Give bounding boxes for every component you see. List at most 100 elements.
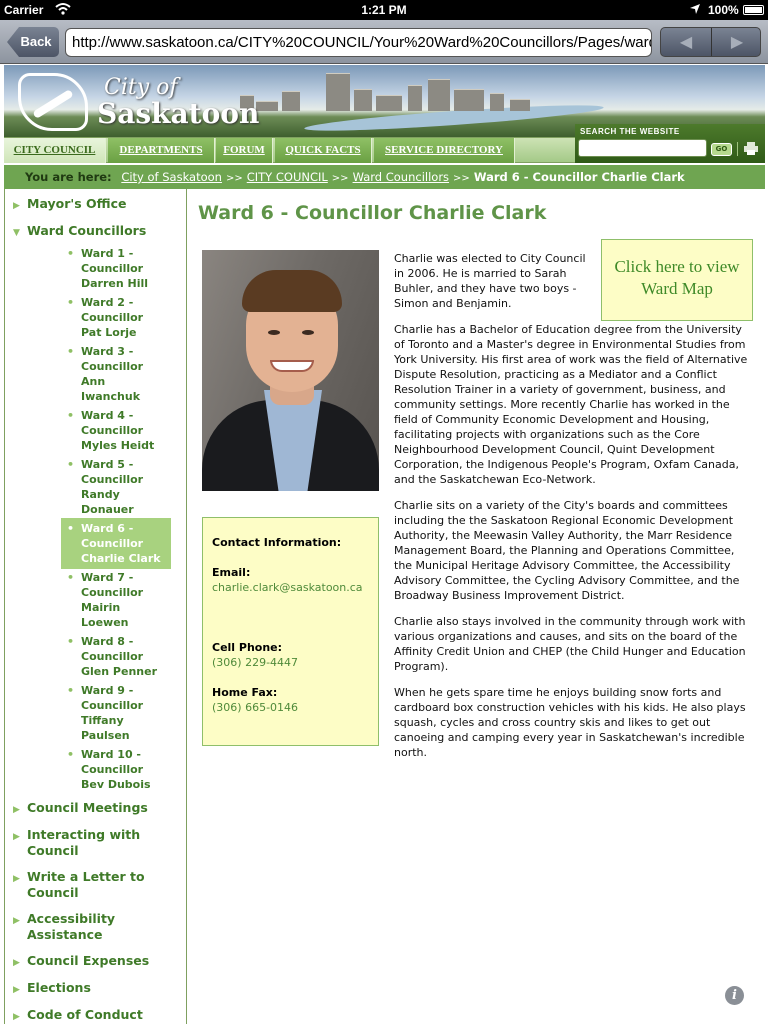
sidebar-subitem-ward-4[interactable]: • Ward 4 - Councillor Myles Heidt	[61, 405, 171, 456]
banner-building	[282, 91, 300, 111]
page-nav-buttons: ◀ ▶	[660, 27, 761, 57]
sidebar-subitem-ward-5[interactable]: • Ward 5 - Councillor Randy Donauer	[61, 454, 171, 520]
sidebar-subitem-ward-7[interactable]: • Ward 7 - Councillor Mairin Loewen	[61, 567, 171, 633]
url-field[interactable]: http://www.saskatoon.ca/CITY%20COUNCIL/Y…	[65, 28, 652, 57]
search-go-button[interactable]: GO	[711, 143, 732, 156]
sidebar-subitem-label: Ward 9 - Councillor Tiffany Paulsen	[81, 684, 144, 742]
sidebar-nav: ▶ Mayor's Office ▼ Ward Councillors • Ward …	[4, 189, 187, 1024]
banner-building	[510, 99, 530, 111]
banner-building	[454, 89, 484, 111]
bullet-icon: •	[67, 635, 75, 648]
banner-building	[490, 93, 504, 111]
sidebar-subitem-ward-3[interactable]: • Ward 3 - Councillor Ann Iwanchuk	[61, 341, 171, 407]
banner-building	[354, 89, 372, 111]
prev-page-icon[interactable]: ◀	[661, 28, 711, 56]
search-input[interactable]	[578, 139, 707, 157]
sidebar-subitem-label: Ward 8 - Councillor Glen Penner	[81, 635, 157, 678]
expand-triangle-icon: ▶	[13, 916, 20, 926]
sidebar-subitem-ward-1[interactable]: • Ward 1 - Councillor Darren Hill	[61, 243, 171, 294]
banner-building	[428, 79, 450, 111]
breadcrumb-link-wards[interactable]: Ward Councillors	[353, 170, 449, 184]
sidebar-subitem-label: Ward 5 - Councillor Randy Donauer	[81, 458, 144, 516]
bullet-icon: •	[67, 522, 75, 535]
menu-departments[interactable]: DEPARTMENTS	[108, 138, 215, 163]
expand-triangle-icon: ▶	[13, 805, 20, 815]
clock: 1:21 PM	[361, 3, 407, 17]
main-content: Ward 6 - Councillor Charlie Clark Contac…	[188, 189, 765, 1024]
sidebar-subitem-ward-10[interactable]: • Ward 10 - Councillor Bev Dubois	[61, 744, 171, 795]
bullet-icon: •	[67, 748, 75, 761]
breadcrumb-lead: You are here:	[25, 170, 112, 184]
photo-hair	[242, 270, 342, 312]
sidebar-item-label: Council Expenses	[27, 953, 150, 968]
menu-service-directory[interactable]: SERVICE DIRECTORY	[374, 138, 515, 163]
contact-panel: Contact Information: Email: charlie.clar…	[202, 517, 379, 746]
sidebar-subitem-ward-2[interactable]: • Ward 2 - Councillor Pat Lorje	[61, 292, 171, 343]
councillor-bio: Charlie was elected to City Council in 2…	[394, 251, 752, 771]
web-page: City of Saskatoon CITY COUNCIL DEPARTMEN…	[4, 65, 765, 1024]
breadcrumb-link-home[interactable]: City of Saskatoon	[121, 170, 222, 184]
email-link[interactable]: charlie.clark@saskatoon.ca	[212, 581, 363, 594]
sidebar-item-label: Elections	[27, 980, 91, 995]
sidebar-item-ward-councillors[interactable]: ▼ Ward Councillors	[13, 223, 178, 239]
bullet-icon: •	[67, 409, 75, 422]
sidebar-item-council-expenses[interactable]: ▶ Council Expenses	[13, 953, 178, 969]
councillor-photo	[202, 250, 379, 491]
sidebar-item-code-of-conduct[interactable]: ▶ Code of Conduct	[13, 1007, 178, 1023]
battery-percent: 100%	[708, 3, 739, 17]
breadcrumb-sep: >>	[453, 173, 470, 184]
breadcrumb: You are here: City of Saskatoon >> CITY CO…	[4, 165, 765, 189]
sidebar-item-label: Ward Councillors	[27, 223, 147, 238]
info-icon[interactable]: i	[725, 986, 744, 1005]
next-page-icon[interactable]: ▶	[712, 28, 762, 56]
email-label: Email:	[212, 566, 251, 579]
expand-triangle-icon: ▶	[13, 201, 20, 211]
back-button[interactable]: Back	[7, 27, 59, 57]
status-bar: Carrier 1:21 PM 100%	[0, 0, 768, 20]
sidebar-subitem-label: Ward 6 - Councillor Charlie Clark	[81, 522, 161, 565]
sidebar-item-council-meetings[interactable]: ▶ Council Meetings	[13, 800, 178, 816]
fax-value[interactable]: (306) 665-0146	[212, 701, 298, 714]
menu-forum[interactable]: FORUM	[216, 138, 273, 163]
sidebar-subitem-label: Ward 3 - Councillor Ann Iwanchuk	[81, 345, 144, 403]
sidebar-item-label: Write a Letter to Council	[27, 869, 145, 900]
bio-paragraph: When he gets spare time he enjoys buildi…	[394, 686, 746, 759]
banner-building	[408, 85, 422, 111]
sidebar-item-label: Code of Conduct	[27, 1007, 143, 1022]
breadcrumb-link-council[interactable]: CITY COUNCIL	[247, 170, 328, 184]
city-logo-icon[interactable]	[18, 73, 88, 131]
sidebar-item-label: Interacting with Council	[27, 827, 141, 858]
sidebar-item-label: Mayor's Office	[27, 196, 127, 211]
page-title: Ward 6 - Councillor Charlie Clark	[198, 202, 547, 224]
sidebar-subitem-label: Ward 7 - Councillor Mairin Loewen	[81, 571, 144, 629]
bio-paragraph: Charlie has a Bachelor of Education degr…	[394, 323, 748, 486]
expand-triangle-icon: ▶	[13, 874, 20, 884]
logo-name-text: Saskatoon	[97, 97, 260, 130]
photo-smile	[270, 360, 314, 372]
sidebar-subitem-ward-8[interactable]: • Ward 8 - Councillor Glen Penner	[61, 631, 171, 682]
bio-paragraph: Charlie sits on a variety of the City's …	[394, 499, 740, 602]
sidebar-item-elections[interactable]: ▶ Elections	[13, 980, 178, 996]
expand-triangle-icon: ▶	[13, 985, 20, 995]
menu-quick-facts[interactable]: QUICK FACTS	[275, 138, 372, 163]
bio-paragraph: Charlie also stays involved in the commu…	[394, 615, 746, 673]
sidebar-item-accessibility[interactable]: ▶ Accessibility Assistance	[13, 911, 178, 943]
sidebar-item-write-letter[interactable]: ▶ Write a Letter to Council	[13, 869, 178, 901]
sidebar-item-mayors-office[interactable]: ▶ Mayor's Office	[13, 196, 178, 212]
collapse-triangle-icon: ▼	[13, 228, 20, 238]
site-search: SEARCH THE WEBSITE GO	[575, 124, 765, 163]
banner-building	[326, 73, 350, 111]
cell-value[interactable]: (306) 229-4447	[212, 656, 298, 669]
print-icon[interactable]	[744, 142, 758, 155]
sidebar-item-interacting[interactable]: ▶ Interacting with Council	[13, 827, 178, 859]
menu-city-council[interactable]: CITY COUNCIL	[4, 138, 106, 163]
breadcrumb-current: Ward 6 - Councillor Charlie Clark	[473, 170, 685, 184]
expand-triangle-icon: ▶	[13, 1012, 20, 1022]
sidebar-subitem-ward-9[interactable]: • Ward 9 - Councillor Tiffany Paulsen	[61, 680, 171, 746]
photo-eye	[302, 330, 314, 335]
search-label: SEARCH THE WEBSITE	[580, 127, 680, 136]
bio-paragraph: Charlie was elected to City Council in 2…	[394, 252, 586, 310]
expand-triangle-icon: ▶	[13, 832, 20, 842]
sidebar-subitem-ward-6[interactable]: • Ward 6 - Councillor Charlie Clark	[61, 518, 171, 569]
breadcrumb-sep: >>	[225, 173, 243, 184]
